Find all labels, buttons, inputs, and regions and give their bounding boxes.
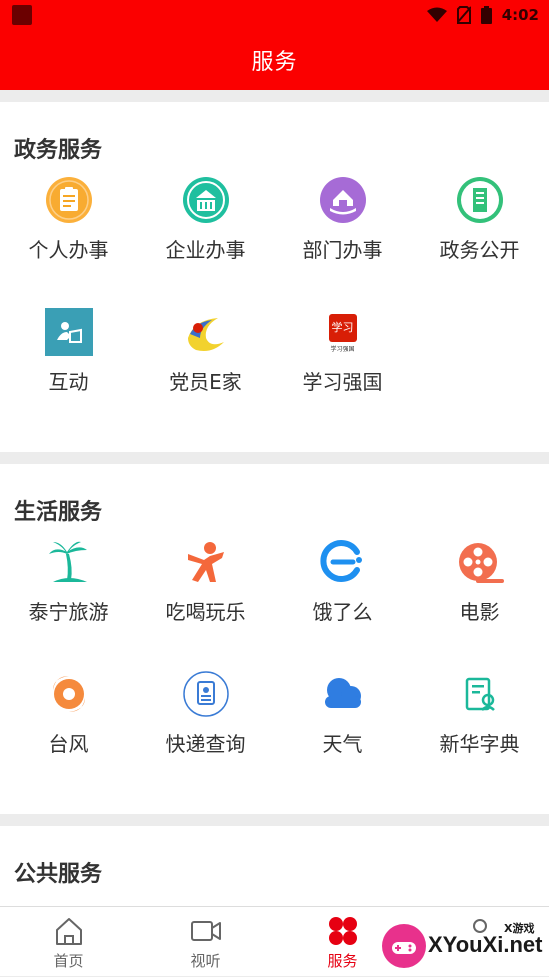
- xuexi-caption: 学习强国: [330, 346, 355, 353]
- service-item-label: 互动: [48, 370, 89, 394]
- tab-video[interactable]: 视听: [137, 907, 274, 977]
- service-item-dictionary[interactable]: 新华字典: [411, 670, 548, 757]
- status-time: 4:02: [501, 6, 539, 24]
- gamepad-logo-icon: [382, 924, 426, 968]
- tab-label: 视听: [190, 952, 221, 970]
- service-item-label: 部门办事: [302, 238, 383, 262]
- house-hand-icon: [319, 176, 367, 224]
- xuexi-icon: 学习 学习强国: [319, 308, 367, 356]
- service-item-label: 党员E家: [169, 370, 242, 394]
- gov-services-section: 政务服务 个人办事 企业办事 部门办事 政务公开 互动 党员E家 学习 学习强国…: [0, 102, 549, 452]
- battery-icon: [480, 6, 492, 24]
- page-title: 服务: [251, 50, 298, 75]
- service-item-weather[interactable]: 天气: [274, 670, 411, 757]
- service-item-label: 吃喝玩乐: [165, 600, 246, 624]
- dictionary-icon: [456, 670, 504, 718]
- clipboard-icon: [45, 176, 93, 224]
- service-item-entertainment[interactable]: 吃喝玩乐: [137, 538, 274, 625]
- party-icon: [181, 308, 230, 356]
- service-item-label: 学习强国: [302, 370, 383, 394]
- service-item-label: 台风: [48, 732, 89, 756]
- interaction-icon: [44, 308, 93, 356]
- service-item-public-affairs[interactable]: 政务公开: [411, 176, 548, 263]
- service-item-department[interactable]: 部门办事: [274, 176, 411, 263]
- xuexi-badge: 学习: [328, 314, 357, 342]
- video-icon: [190, 915, 222, 947]
- film-reel-icon: [456, 538, 504, 586]
- tab-home[interactable]: 首页: [0, 907, 137, 977]
- no-sim-icon: [456, 6, 471, 24]
- service-item-label: 快递查询: [165, 732, 246, 756]
- section-title: 生活服务: [14, 500, 103, 525]
- service-item-label: 泰宁旅游: [28, 600, 109, 624]
- tab-label: 首页: [53, 952, 84, 970]
- service-icon: [327, 915, 359, 947]
- life-services-section: 生活服务 泰宁旅游 吃喝玩乐 饿了么 电影 台风 快递查询 天气 新华字典: [0, 464, 549, 814]
- service-item-party-member[interactable]: 党员E家: [137, 308, 274, 395]
- building-icon: [182, 176, 230, 224]
- palm-tree-icon: [45, 538, 93, 586]
- service-item-label: 饿了么: [312, 600, 373, 624]
- service-item-express[interactable]: 快递查询: [137, 670, 274, 757]
- service-item-label: 企业办事: [165, 238, 246, 262]
- eleme-icon: [319, 538, 367, 586]
- wifi-icon: [426, 7, 447, 23]
- service-item-typhoon[interactable]: 台风: [0, 670, 137, 757]
- service-item-xuexi[interactable]: 学习 学习强国 学习强国: [274, 308, 411, 395]
- service-item-label: 新华字典: [439, 732, 520, 756]
- watermark-text: XYouXi.net: [428, 932, 543, 957]
- document-icon: [456, 176, 504, 224]
- service-item-label: 政务公开: [439, 238, 520, 262]
- service-item-tourism[interactable]: 泰宁旅游: [0, 538, 137, 625]
- service-item-interaction[interactable]: 互动: [0, 308, 137, 395]
- service-item-enterprise[interactable]: 企业办事: [137, 176, 274, 263]
- service-item-eleme[interactable]: 饿了么: [274, 538, 411, 625]
- service-item-movie[interactable]: 电影: [411, 538, 548, 625]
- section-title: 公共服务: [14, 862, 103, 887]
- service-item-label: 电影: [459, 600, 500, 624]
- status-bar: 4:02: [0, 0, 549, 30]
- notification-icon: [12, 5, 32, 25]
- public-services-section: 公共服务: [0, 826, 549, 906]
- express-icon: [182, 670, 230, 718]
- service-item-label: 个人办事: [28, 238, 109, 262]
- person-jump-icon: [182, 538, 230, 586]
- typhoon-icon: [45, 670, 93, 718]
- page-header: 服务: [0, 30, 549, 90]
- service-item-personal[interactable]: 个人办事: [0, 176, 137, 263]
- home-icon: [53, 915, 85, 947]
- section-title: 政务服务: [14, 138, 103, 163]
- cloud-icon: [319, 670, 367, 718]
- service-item-label: 天气: [322, 732, 363, 756]
- site-watermark: X游戏 XYouXi.net: [378, 918, 549, 976]
